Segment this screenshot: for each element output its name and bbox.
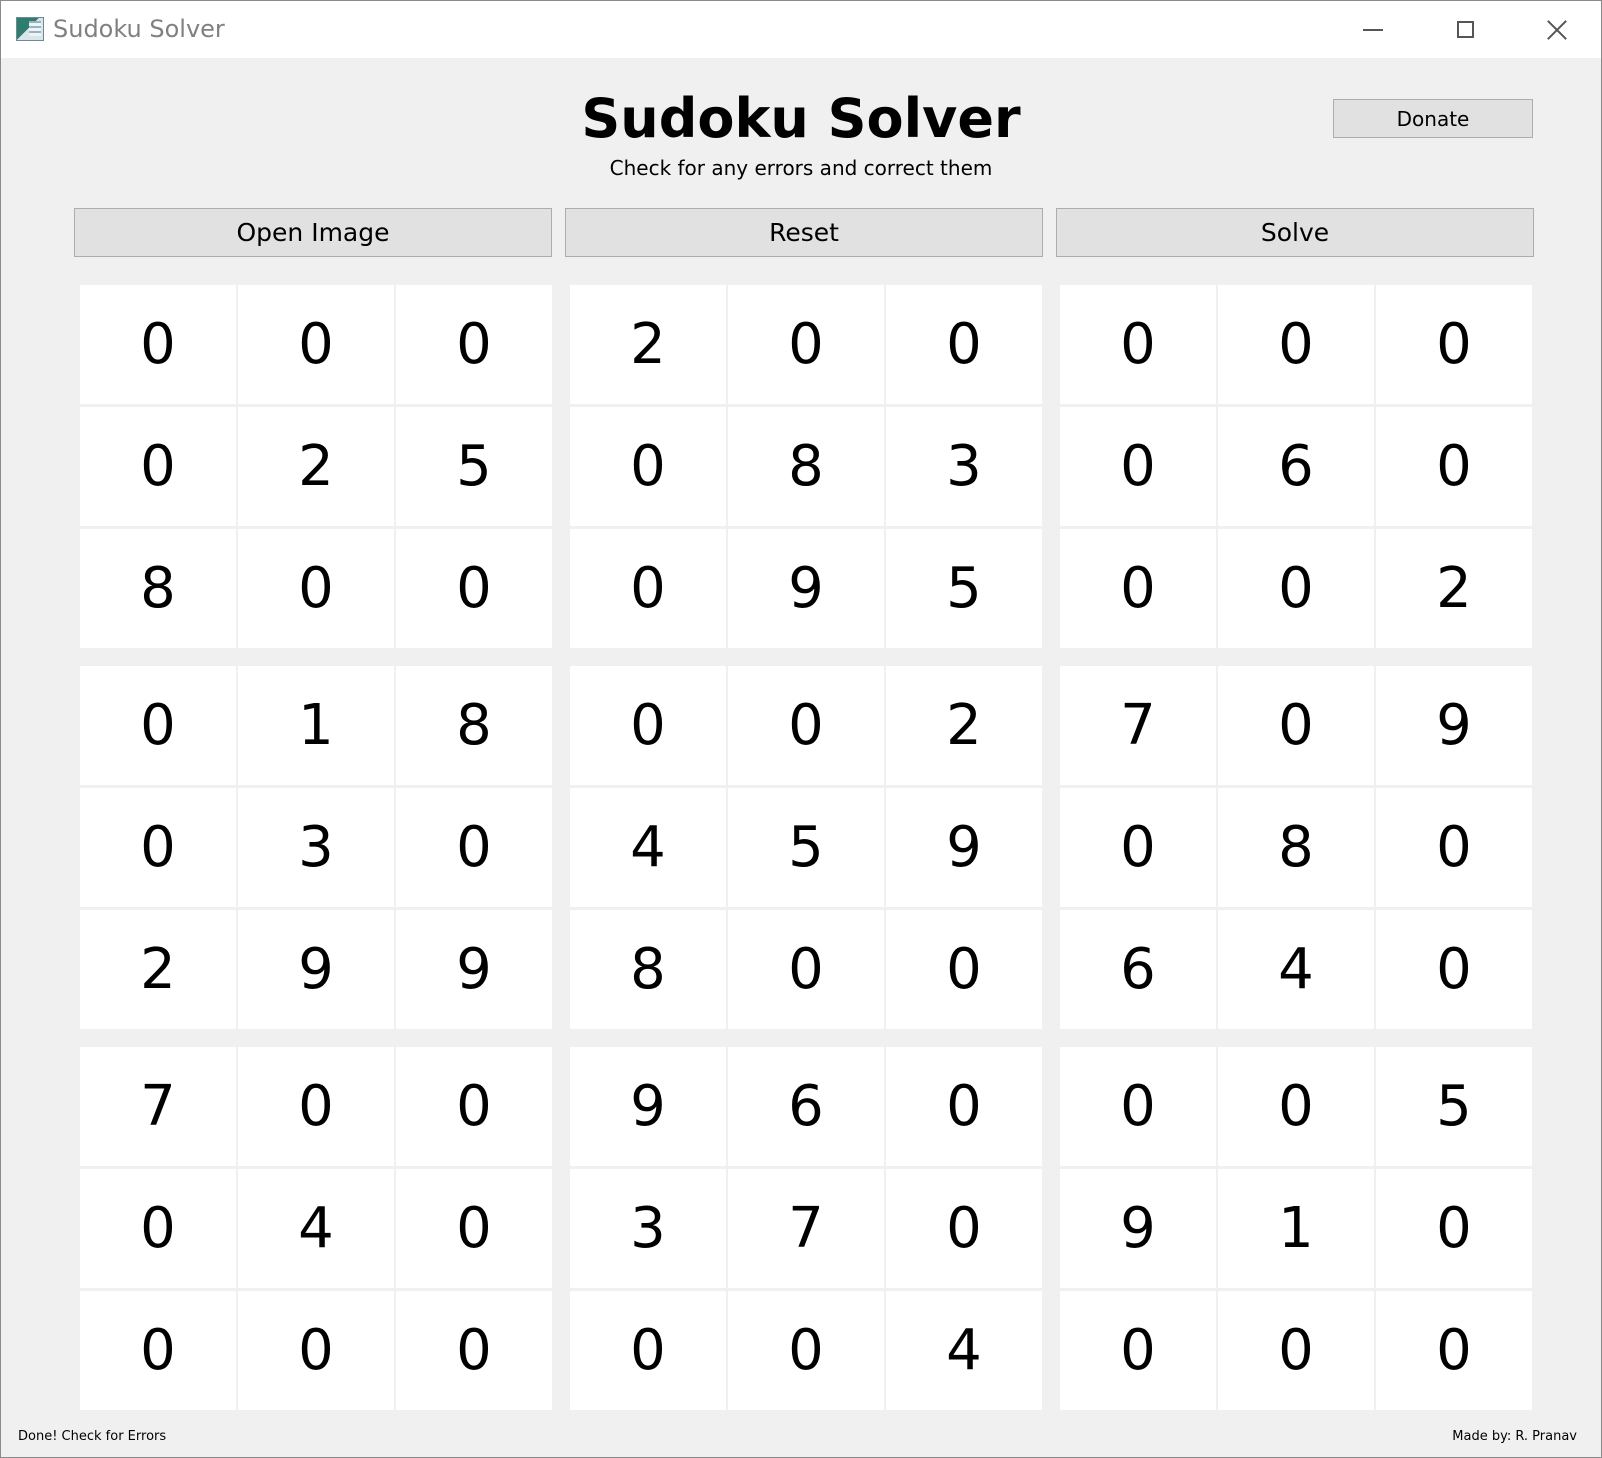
- sudoku-cell[interactable]: 0: [238, 529, 394, 648]
- sudoku-cell[interactable]: 0: [1060, 407, 1216, 526]
- sudoku-cell[interactable]: 0: [396, 529, 552, 648]
- sudoku-cell[interactable]: 4: [1218, 910, 1374, 1029]
- sudoku-cell[interactable]: 0: [1060, 1291, 1216, 1410]
- sudoku-cell[interactable]: 0: [396, 788, 552, 907]
- sudoku-cell[interactable]: 3: [238, 788, 394, 907]
- sudoku-cell[interactable]: 0: [238, 1291, 394, 1410]
- sudoku-cell[interactable]: 9: [728, 529, 884, 648]
- sudoku-cell[interactable]: 0: [396, 1291, 552, 1410]
- sudoku-cell[interactable]: 8: [570, 910, 726, 1029]
- sudoku-cell[interactable]: 1: [238, 666, 394, 785]
- sudoku-cell[interactable]: 9: [1376, 666, 1532, 785]
- sudoku-cell[interactable]: 2: [238, 407, 394, 526]
- sudoku-cell[interactable]: 2: [80, 910, 236, 1029]
- sudoku-cell[interactable]: 0: [886, 910, 1042, 1029]
- sudoku-cell[interactable]: 4: [570, 788, 726, 907]
- sudoku-cell[interactable]: 9: [396, 910, 552, 1029]
- page-subtitle: Check for any errors and correct them: [609, 156, 993, 180]
- sudoku-cell[interactable]: 5: [396, 407, 552, 526]
- sudoku-cell[interactable]: 8: [396, 666, 552, 785]
- sudoku-cell[interactable]: 0: [728, 285, 884, 404]
- sudoku-cell[interactable]: 3: [570, 1169, 726, 1288]
- sudoku-cell[interactable]: 9: [570, 1047, 726, 1166]
- sudoku-cell[interactable]: 0: [570, 666, 726, 785]
- sudoku-cell[interactable]: 0: [1376, 285, 1532, 404]
- sudoku-cell[interactable]: 7: [728, 1169, 884, 1288]
- sudoku-cell[interactable]: 0: [1376, 407, 1532, 526]
- sudoku-cell[interactable]: 0: [80, 1169, 236, 1288]
- sudoku-cell[interactable]: 0: [886, 1047, 1042, 1166]
- app-icon: [16, 17, 44, 41]
- sudoku-cell[interactable]: 0: [886, 285, 1042, 404]
- sudoku-cell[interactable]: 0: [1376, 788, 1532, 907]
- sudoku-cell[interactable]: 1: [1218, 1169, 1374, 1288]
- sudoku-cell[interactable]: 9: [1060, 1169, 1216, 1288]
- status-message: Done! Check for Errors: [18, 1429, 167, 1444]
- sudoku-cell[interactable]: 8: [80, 529, 236, 648]
- sudoku-cell[interactable]: 0: [238, 285, 394, 404]
- sudoku-cell[interactable]: 3: [886, 407, 1042, 526]
- sudoku-cell[interactable]: 0: [80, 1291, 236, 1410]
- reset-button[interactable]: Reset: [565, 208, 1043, 257]
- window-title: Sudoku Solver: [53, 15, 225, 43]
- sudoku-cell[interactable]: 6: [1060, 910, 1216, 1029]
- sudoku-cell[interactable]: 0: [80, 407, 236, 526]
- title-bar[interactable]: Sudoku Solver: [1, 1, 1601, 58]
- open-image-button[interactable]: Open Image: [74, 208, 552, 257]
- sudoku-cell[interactable]: 0: [570, 529, 726, 648]
- sudoku-cell[interactable]: 7: [1060, 666, 1216, 785]
- sudoku-cell[interactable]: 0: [238, 1047, 394, 1166]
- sudoku-cell[interactable]: 0: [1218, 285, 1374, 404]
- maximize-button[interactable]: [1419, 1, 1511, 58]
- sudoku-cell[interactable]: 2: [570, 285, 726, 404]
- author-credit: Made by: R. Pranav: [1452, 1429, 1577, 1444]
- minimize-icon: [1363, 28, 1383, 31]
- sudoku-cell[interactable]: 0: [1218, 529, 1374, 648]
- sudoku-cell[interactable]: 8: [1218, 788, 1374, 907]
- sudoku-cell[interactable]: 0: [1218, 1291, 1374, 1410]
- sudoku-cell[interactable]: 0: [1060, 788, 1216, 907]
- maximize-icon: [1456, 21, 1474, 38]
- sudoku-cell[interactable]: 0: [80, 285, 236, 404]
- sudoku-cell[interactable]: 0: [1060, 285, 1216, 404]
- sudoku-cell[interactable]: 9: [238, 910, 394, 1029]
- sudoku-cell[interactable]: 0: [570, 407, 726, 526]
- sudoku-cell[interactable]: 0: [570, 1291, 726, 1410]
- close-icon: [1546, 19, 1568, 41]
- sudoku-cell[interactable]: 0: [80, 788, 236, 907]
- sudoku-cell[interactable]: 0: [396, 1169, 552, 1288]
- solve-button[interactable]: Solve: [1056, 208, 1534, 257]
- sudoku-cell[interactable]: 5: [1376, 1047, 1532, 1166]
- sudoku-cell[interactable]: 0: [1376, 910, 1532, 1029]
- sudoku-cell[interactable]: 0: [728, 1291, 884, 1410]
- sudoku-cell[interactable]: 2: [1376, 529, 1532, 648]
- sudoku-cell[interactable]: 0: [1060, 529, 1216, 648]
- close-button[interactable]: [1511, 1, 1602, 58]
- sudoku-cell[interactable]: 6: [728, 1047, 884, 1166]
- sudoku-cell[interactable]: 0: [1376, 1291, 1532, 1410]
- sudoku-cell[interactable]: 8: [728, 407, 884, 526]
- minimize-button[interactable]: [1327, 1, 1419, 58]
- sudoku-cell[interactable]: 4: [238, 1169, 394, 1288]
- sudoku-cell[interactable]: 6: [1218, 407, 1374, 526]
- sudoku-cell[interactable]: 0: [1218, 1047, 1374, 1166]
- sudoku-cell[interactable]: 5: [886, 529, 1042, 648]
- app-window: Sudoku Solver Sudoku Solver Check for an…: [0, 0, 1602, 1458]
- sudoku-cell[interactable]: 0: [1218, 666, 1374, 785]
- donate-button[interactable]: Donate: [1333, 99, 1533, 138]
- sudoku-cell[interactable]: 0: [396, 1047, 552, 1166]
- sudoku-cell[interactable]: 0: [728, 666, 884, 785]
- sudoku-cell[interactable]: 0: [886, 1169, 1042, 1288]
- sudoku-cell[interactable]: 2: [886, 666, 1042, 785]
- sudoku-cell[interactable]: 9: [886, 788, 1042, 907]
- sudoku-cell[interactable]: 0: [396, 285, 552, 404]
- sudoku-cell[interactable]: 7: [80, 1047, 236, 1166]
- sudoku-cell[interactable]: 4: [886, 1291, 1042, 1410]
- sudoku-cell[interactable]: 0: [1060, 1047, 1216, 1166]
- sudoku-cell[interactable]: 5: [728, 788, 884, 907]
- sudoku-cell[interactable]: 0: [728, 910, 884, 1029]
- sudoku-cell[interactable]: 0: [80, 666, 236, 785]
- sudoku-cell[interactable]: 0: [1376, 1169, 1532, 1288]
